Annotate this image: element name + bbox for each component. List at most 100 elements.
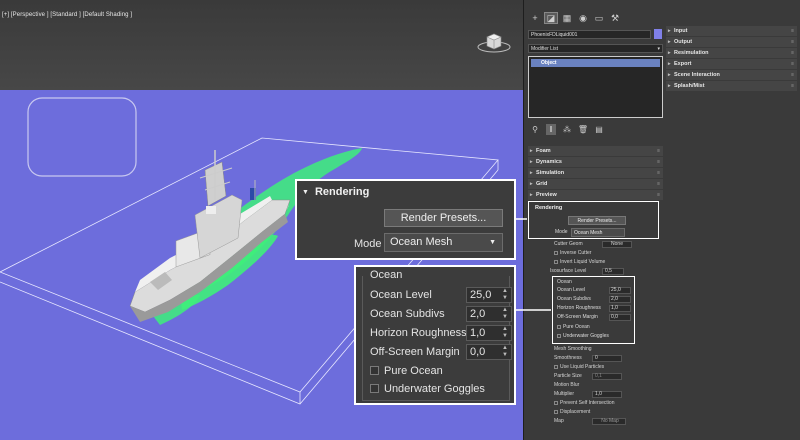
multiplier-spinner[interactable]: 1,0 — [592, 391, 622, 398]
inverse-cutter-label: Inverse Cutter — [560, 250, 592, 256]
modifier-list-label: Modifier List — [531, 46, 558, 52]
make-unique-icon[interactable]: ⁂ — [562, 124, 572, 135]
mode-label: Mode — [555, 229, 568, 235]
pure-ocean-checkbox-zoom[interactable] — [370, 366, 379, 375]
modify-icon[interactable]: ◪ — [544, 12, 558, 24]
rollout-grid[interactable]: Grid — [528, 179, 663, 189]
display-icon[interactable]: ▭ — [592, 12, 606, 24]
chevron-down-icon: ▼ — [489, 239, 496, 246]
rendering-rollout-title-zoom[interactable]: ▼ Rendering — [302, 186, 369, 198]
modifier-list-dropdown[interactable]: Modifier List ▾ — [528, 44, 663, 53]
ocean-subdivs-spinner[interactable]: 2,0 — [609, 296, 631, 303]
off-screen-margin-row: Off-Screen Margin 0,0 — [557, 313, 633, 322]
viewport-label[interactable]: [+] [Perspective ] [Standard ] [Default … — [2, 12, 132, 18]
ocean-group-zoom: Ocean Ocean Level 25,0 ▲ ▼ Ocean Subdivs 2… — [354, 265, 516, 405]
smoothness-row: Smoothness 0 — [554, 354, 664, 363]
rollout-scene-interaction[interactable]: Scene Interaction — [666, 70, 797, 80]
underwater-goggles-checkbox-zoom[interactable] — [370, 384, 379, 393]
ocean-group-small: Ocean Ocean Level 25,0 Ocean Subdivs 2,0… — [552, 276, 635, 344]
horizon-roughness-label: Horizon Roughness — [557, 305, 601, 311]
use-liquid-particles-checkbox[interactable] — [554, 364, 558, 369]
ocean-level-spinner[interactable]: 25,0 — [609, 287, 631, 294]
use-liquid-particles-row[interactable]: Use Liquid Particles — [554, 363, 664, 372]
prevent-self-intersection-label: Prevent Self Intersection — [560, 400, 615, 406]
smoothness-label: Smoothness — [554, 355, 582, 361]
cutter-geom-label: Cutter Geom — [554, 241, 583, 247]
rollout-preview[interactable]: Preview — [528, 190, 663, 200]
render-presets-button[interactable]: Render Presets... — [568, 216, 626, 225]
multiplier-label: Multiplier — [554, 391, 575, 397]
rollout-simulation[interactable]: Simulation — [528, 168, 663, 178]
map-row: Map No Map — [554, 417, 664, 426]
pure-ocean-row[interactable]: Pure Ocean — [557, 323, 633, 332]
underwater-goggles-row[interactable]: Underwater Goggles — [557, 332, 633, 341]
off-screen-margin-spinner[interactable]: 0,0 — [609, 314, 631, 321]
spinner-arrows-icon[interactable]: ▲ ▼ — [502, 307, 508, 321]
cutter-geom-button[interactable]: None — [602, 241, 632, 248]
stack-item-object[interactable]: Object — [531, 59, 660, 67]
chevron-down-icon: ▾ — [657, 46, 660, 52]
utilities-icon[interactable]: ⚒ — [608, 12, 622, 24]
rendering-rollout-title[interactable]: Rendering — [535, 205, 562, 211]
object-name-field[interactable]: PhoenixFDLiquid001 — [528, 30, 651, 39]
bottom-params-small: Mesh Smoothing Smoothness 0 Use Liquid P… — [554, 345, 664, 426]
show-end-result-icon[interactable]: ‖ — [546, 124, 556, 135]
particle-size-spinner[interactable]: 0,1 — [592, 373, 622, 380]
spinner-arrows-icon[interactable]: ▲ ▼ — [502, 345, 508, 359]
horizon-roughness-spinner[interactable]: 1,0 — [609, 305, 631, 312]
mode-dropdown[interactable]: Ocean Mesh — [571, 228, 625, 237]
object-color-swatch[interactable] — [654, 29, 662, 39]
prevent-self-intersection-row[interactable]: Prevent Self Intersection — [554, 399, 664, 408]
mesh-params-small: Cutter Geom None Inverse Cutter Invert L… — [550, 240, 664, 276]
off-screen-margin-spinner-zoom[interactable]: 0,0 ▲ ▼ — [466, 344, 512, 360]
remove-modifier-icon[interactable]: 🗑 — [578, 124, 588, 135]
rollout-output[interactable]: Output — [666, 37, 797, 47]
isosurface-spinner[interactable]: 0,5 — [602, 268, 624, 275]
off-screen-margin-label-zoom: Off-Screen Margin — [370, 346, 460, 358]
invert-liquid-volume-label: Invert Liquid Volume — [560, 259, 606, 265]
rollout-input[interactable]: Input — [666, 26, 797, 36]
render-presets-button-zoom[interactable]: Render Presets... — [384, 209, 503, 227]
horizon-roughness-row-zoom: Horizon Roughness 1,0 ▲ ▼ — [370, 324, 512, 342]
pure-ocean-checkbox[interactable] — [557, 324, 561, 329]
ocean-level-row-zoom: Ocean Level 25,0 ▲ ▼ — [370, 286, 512, 304]
map-button[interactable]: No Map — [592, 418, 626, 425]
ocean-level-spinner-zoom[interactable]: 25,0 ▲ ▼ — [466, 287, 512, 303]
configure-modifier-sets-icon[interactable]: ▤ — [594, 124, 604, 135]
inverse-cutter-row[interactable]: Inverse Cutter — [554, 249, 664, 258]
modifier-stack[interactable]: Object — [528, 56, 663, 118]
rollout-resimulation[interactable]: Resimulation — [666, 48, 797, 58]
spinner-arrows-icon[interactable]: ▲ ▼ — [502, 326, 508, 340]
smoothness-spinner[interactable]: 0 — [592, 355, 622, 362]
spinner-arrows-icon[interactable]: ▲ ▼ — [502, 288, 508, 302]
pure-ocean-row-zoom[interactable]: Pure Ocean — [370, 362, 512, 380]
rollout-foam[interactable]: Foam — [528, 146, 663, 156]
hierarchy-icon[interactable]: ▦ — [560, 12, 574, 24]
rollout-splash-mist[interactable]: Splash/Mist — [666, 81, 797, 91]
ocean-level-label: Ocean Level — [557, 287, 586, 293]
pure-ocean-label: Pure Ocean — [563, 324, 590, 330]
ocean-level-label-zoom: Ocean Level — [370, 289, 432, 301]
underwater-goggles-row-zoom[interactable]: Underwater Goggles — [370, 380, 512, 398]
displacement-row[interactable]: Displacement — [554, 408, 664, 417]
inverse-cutter-checkbox[interactable] — [554, 250, 558, 255]
viewcube-icon[interactable] — [476, 30, 512, 54]
horizon-roughness-spinner-zoom[interactable]: 1,0 ▲ ▼ — [466, 325, 512, 341]
ocean-group-title: Ocean — [557, 279, 572, 285]
underwater-goggles-checkbox[interactable] — [557, 333, 561, 338]
invert-liquid-volume-row[interactable]: Invert Liquid Volume — [554, 258, 664, 267]
mode-dropdown-zoom[interactable]: Ocean Mesh ▼ — [384, 233, 503, 252]
prevent-self-intersection-checkbox[interactable] — [554, 400, 558, 405]
rollout-export[interactable]: Export — [666, 59, 797, 69]
create-icon[interactable]: + — [528, 12, 542, 24]
invert-liquid-volume-checkbox[interactable] — [554, 259, 558, 264]
displacement-checkbox[interactable] — [554, 409, 558, 414]
multiplier-row: Multiplier 1,0 — [554, 390, 664, 399]
ocean-subdivs-spinner-zoom[interactable]: 2,0 ▲ ▼ — [466, 306, 512, 322]
motion-icon[interactable]: ◉ — [576, 12, 590, 24]
pin-stack-icon[interactable]: ⚲ — [530, 124, 540, 135]
ocean-level-row: Ocean Level 25,0 — [557, 286, 633, 295]
collapse-triangle-icon: ▼ — [302, 189, 309, 196]
rollout-dynamics[interactable]: Dynamics — [528, 157, 663, 167]
horizon-roughness-label-zoom: Horizon Roughness — [370, 327, 467, 339]
